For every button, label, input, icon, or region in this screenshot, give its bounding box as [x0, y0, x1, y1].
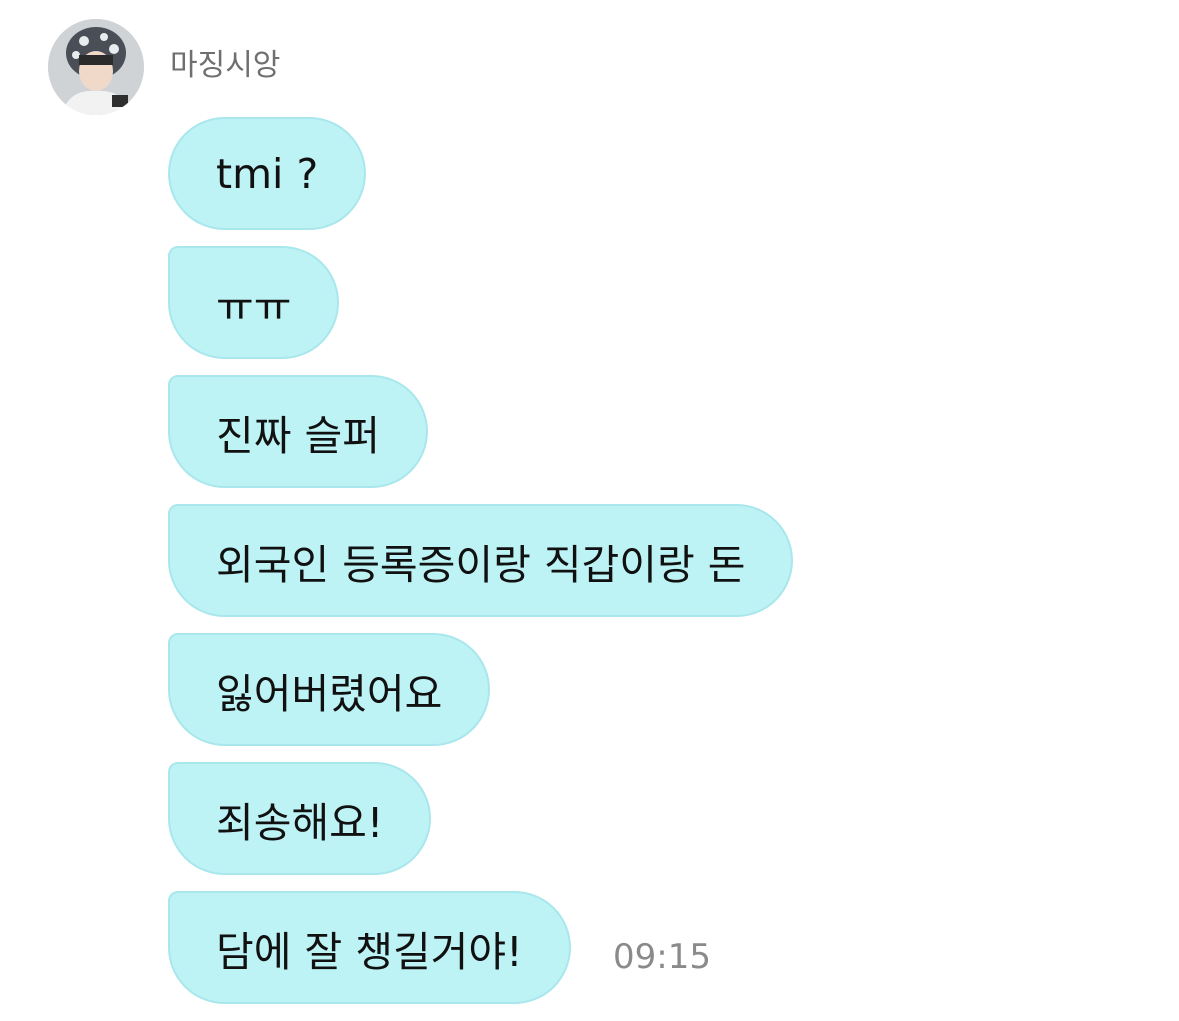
message-bubble[interactable]: ㅠㅠ [168, 246, 340, 359]
message-timestamp: 09:15 [613, 937, 711, 977]
message-text: ㅠㅠ [216, 282, 292, 331]
sender-name: 마징시앙 [170, 48, 281, 83]
message-text: 잃어버렸어요 [216, 669, 443, 718]
message-bubble[interactable]: 담에 잘 챙길거야! [168, 891, 571, 1004]
message-bubble[interactable]: 진짜 슬퍼 [168, 375, 428, 488]
avatar-photo-icon [48, 19, 144, 115]
message-bubble[interactable]: 죄송해요! [168, 762, 432, 875]
message-text: 담에 잘 챙길거야! [216, 927, 523, 976]
message-text: tmi ? [216, 149, 319, 198]
message-bubble[interactable]: tmi ? [168, 117, 367, 230]
message-text: 외국인 등록증이랑 직갑이랑 돈 [216, 540, 746, 589]
message-text: 진짜 슬퍼 [216, 411, 380, 460]
sender-avatar[interactable] [48, 19, 144, 115]
message-text: 죄송해요! [216, 798, 384, 847]
message-bubble[interactable]: 외국인 등록증이랑 직갑이랑 돈 [168, 504, 794, 617]
message-bubble[interactable]: 잃어버렸어요 [168, 633, 491, 746]
